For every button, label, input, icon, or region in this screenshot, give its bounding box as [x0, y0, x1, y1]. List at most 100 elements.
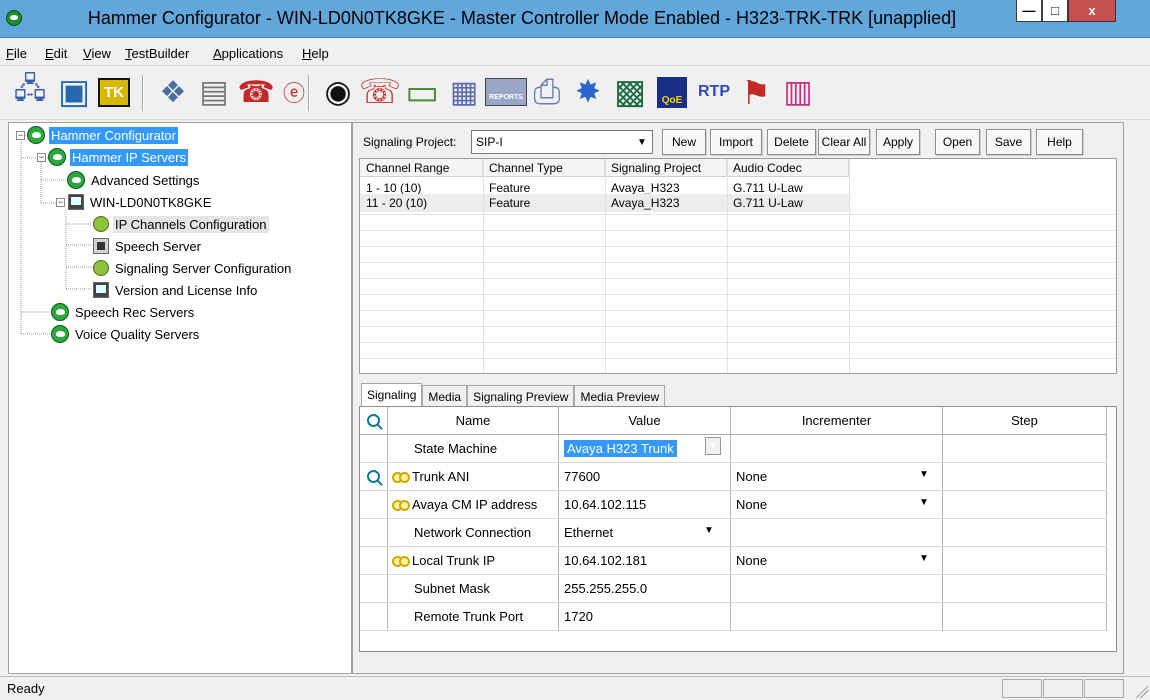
- close-button[interactable]: x: [1068, 0, 1116, 22]
- chevron-down-icon[interactable]: ▼: [705, 437, 721, 455]
- menu-testbuilder[interactable]: TestBuilder: [125, 46, 189, 61]
- save-button[interactable]: Save: [986, 129, 1031, 155]
- channel-range-header[interactable]: Channel Range: [360, 159, 483, 177]
- open-button[interactable]: Open: [935, 129, 980, 155]
- chevron-down-icon[interactable]: ▼: [701, 521, 717, 539]
- property-row-trunk-ani[interactable]: Trunk ANI 77600 None ▼: [360, 463, 1107, 491]
- tab-signaling[interactable]: Signaling: [361, 383, 423, 407]
- tree-item-server[interactable]: − WIN-LD0N0TK8GKE: [56, 192, 213, 212]
- tree-item-version-license-info[interactable]: Version and License Info: [93, 280, 259, 300]
- name-column-header[interactable]: Name: [388, 407, 559, 434]
- tab-media-preview[interactable]: Media Preview: [574, 385, 666, 407]
- tree-item-signaling-server-configuration[interactable]: Signaling Server Configuration: [93, 258, 293, 278]
- status-panel: [1002, 679, 1042, 698]
- signaling-project-value: SIP-I: [476, 135, 503, 149]
- property-row-avaya-cm-ip-address[interactable]: Avaya CM IP address 10.64.102.115 None ▼: [360, 491, 1107, 519]
- row-marker: [360, 435, 388, 462]
- tree-item-speech-rec-servers[interactable]: Speech Rec Servers: [51, 302, 196, 322]
- tree-item-voice-quality-servers[interactable]: Voice Quality Servers: [51, 324, 201, 344]
- chevron-down-icon[interactable]: ▼: [916, 465, 932, 483]
- star-network-icon[interactable]: ✸: [570, 74, 606, 110]
- magnifier-icon[interactable]: [367, 470, 380, 483]
- property-value[interactable]: 255.255.255.0: [559, 575, 731, 602]
- reports-icon[interactable]: REPORTS: [485, 74, 527, 110]
- chart-monitor-icon[interactable]: ▩: [612, 73, 648, 111]
- property-row-local-trunk-ip[interactable]: Local Trunk IP 10.64.102.181 None ▼: [360, 547, 1107, 575]
- property-name-cell: Local Trunk IP: [388, 547, 559, 574]
- red-phone-icon[interactable]: ☏: [359, 73, 402, 111]
- channel-type-header[interactable]: Channel Type: [483, 159, 605, 177]
- network-computer-icon[interactable]: 🖧: [12, 73, 48, 110]
- e-icon[interactable]: ⓔ: [276, 74, 312, 110]
- incrementer-column-header[interactable]: Incrementer: [731, 407, 943, 434]
- chart-icon[interactable]: ▥: [780, 74, 816, 110]
- tab-media[interactable]: Media: [422, 385, 468, 407]
- hammer-logo-icon[interactable]: ◉: [320, 74, 356, 110]
- tab-signaling-preview[interactable]: Signaling Preview: [467, 385, 575, 407]
- tk-icon[interactable]: TK: [96, 74, 132, 110]
- signaling-project-label: Signaling Project:: [363, 135, 457, 149]
- menu-file[interactable]: File: [6, 46, 27, 61]
- signaling-project-header[interactable]: Signaling Project: [605, 159, 727, 177]
- tree-item-hammer-ip-servers[interactable]: − Hammer IP Servers: [37, 147, 188, 167]
- qoe-icon[interactable]: QoE: [654, 74, 690, 110]
- incrementer-select[interactable]: None ▼: [731, 547, 943, 574]
- desktop-icon[interactable]: ▭: [404, 71, 440, 112]
- menu-help[interactable]: Help: [302, 46, 329, 61]
- help-button[interactable]: Help: [1036, 129, 1083, 155]
- delete-button[interactable]: Delete: [767, 129, 816, 155]
- tree-item-speech-server[interactable]: Speech Server: [93, 236, 203, 256]
- signaling-project-select[interactable]: SIP-I ▼: [471, 130, 653, 154]
- tree-item-label: Signaling Server Configuration: [115, 260, 292, 276]
- collapse-expander[interactable]: −: [16, 130, 25, 140]
- printer-icon[interactable]: ⎙: [529, 73, 565, 111]
- state-machine-select[interactable]: Avaya H323 Trunk ▼: [559, 435, 731, 462]
- property-row-remote-trunk-port[interactable]: Remote Trunk Port 1720: [360, 603, 1107, 631]
- property-row-network-connection[interactable]: Network Connection Ethernet ▼: [360, 519, 1107, 547]
- rtp-icon[interactable]: RTP: [696, 74, 732, 110]
- collapse-expander[interactable]: −: [56, 197, 65, 207]
- speech-icon: [93, 238, 109, 254]
- resize-grip[interactable]: [1134, 684, 1148, 698]
- diamond-network-icon[interactable]: ❖: [155, 74, 191, 110]
- flag-glyph: ⚑: [741, 73, 771, 111]
- tree-item-advanced-settings[interactable]: Advanced Settings: [67, 170, 201, 190]
- monitor-icon[interactable]: ▣: [56, 73, 92, 111]
- menu-applications[interactable]: Applications: [213, 46, 283, 61]
- panel-glyph: ▦: [449, 75, 479, 109]
- property-value[interactable]: 10.64.102.181: [559, 547, 731, 574]
- property-value[interactable]: 77600: [559, 463, 731, 490]
- new-button[interactable]: New: [662, 129, 706, 155]
- step-column-header[interactable]: Step: [943, 407, 1107, 434]
- apply-button[interactable]: Apply: [876, 129, 920, 155]
- chevron-down-icon[interactable]: ▼: [916, 493, 932, 511]
- property-value[interactable]: 1720: [559, 603, 731, 630]
- phone-book-icon[interactable]: ☎: [237, 74, 274, 110]
- chevron-down-icon[interactable]: ▼: [916, 549, 932, 567]
- network-connection-select[interactable]: Ethernet ▼: [559, 519, 731, 546]
- document-icon[interactable]: ▤: [196, 74, 232, 110]
- row-marker: [360, 603, 388, 630]
- tree-item-hammer-configurator[interactable]: − Hammer Configurator: [16, 125, 178, 145]
- maximize-button[interactable]: □: [1042, 0, 1068, 22]
- property-row-subnet-mask[interactable]: Subnet Mask 255.255.255.0: [360, 575, 1107, 603]
- minimize-button[interactable]: —: [1016, 0, 1042, 22]
- tree-item-label: Speech Server: [115, 238, 201, 254]
- incrementer-select[interactable]: None ▼: [731, 491, 943, 518]
- flag-icon[interactable]: ⚑: [738, 73, 774, 111]
- magnifier-icon[interactable]: [367, 414, 380, 427]
- property-row-state-machine[interactable]: State Machine Avaya H323 Trunk ▼: [360, 435, 1107, 463]
- panel-icon[interactable]: ▦: [446, 74, 482, 110]
- property-value[interactable]: 10.64.102.115: [559, 491, 731, 518]
- tree-item-ip-channels-configuration[interactable]: IP Channels Configuration: [93, 214, 269, 234]
- chevron-down-icon[interactable]: ▼: [634, 133, 650, 151]
- incrementer-select[interactable]: None ▼: [731, 463, 943, 490]
- menu-edit[interactable]: Edit: [45, 46, 67, 61]
- collapse-expander[interactable]: −: [37, 152, 46, 162]
- menu-view[interactable]: View: [83, 46, 111, 61]
- value-column-header[interactable]: Value: [559, 407, 731, 434]
- network-computer-glyph: 🖧: [13, 72, 47, 105]
- clear-all-button[interactable]: Clear All: [818, 129, 870, 155]
- audio-codec-header[interactable]: Audio Codec: [727, 159, 849, 177]
- import-button[interactable]: Import: [710, 129, 762, 155]
